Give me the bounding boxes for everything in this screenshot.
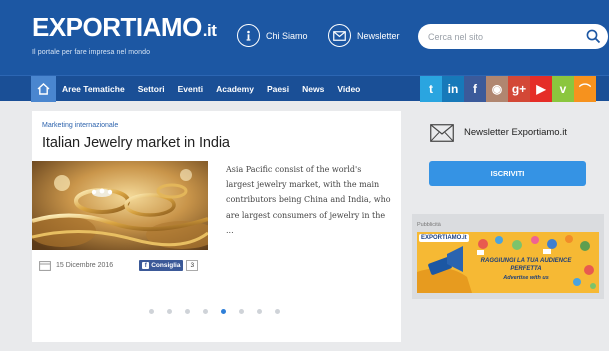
newsletter-box: Newsletter Exportiamo.it ISCRIVITI [416,110,601,206]
nav-item-settori[interactable]: Settori [138,84,165,94]
envelope-icon [430,124,454,142]
ad-banner-logo: EXPORTIAMO.it [419,234,469,242]
home-icon [37,83,50,95]
info-icon [237,24,260,47]
search-box [418,24,608,49]
newsletter-link[interactable]: Newsletter [328,24,400,47]
carousel-dot[interactable] [275,309,280,314]
carousel-dot[interactable] [257,309,262,314]
nav-item-academy[interactable]: Academy [216,84,254,94]
facebook-icon[interactable]: f [464,76,486,102]
page: EXPORTIAMOit Il portale per fare impresa… [0,0,609,351]
article-excerpt: Asia Pacific consist of the world's larg… [226,165,391,235]
facebook-like-label: Consiglia [151,262,181,269]
nav-item-eventi[interactable]: Eventi [178,84,204,94]
googleplus-icon[interactable]: g+ [508,76,530,102]
facebook-icon: f [142,262,150,269]
nav-item-aree-tematiche[interactable]: Aree Tematiche [62,84,125,94]
carousel-dot[interactable] [239,309,244,314]
newsletter-title: Newsletter Exportiamo.it [464,127,567,138]
ad-box: Pubblicità EXPORTIAMO.it RAGGIUNGI LA TU… [412,214,604,299]
chi-siamo-label: Chi Siamo [266,30,308,41]
carousel-dot[interactable] [203,309,208,314]
nav-items: Aree Tematiche Settori Eventi Academy Pa… [62,76,373,102]
ad-label: Pubblicità [417,222,441,228]
rss-icon[interactable]: ⌒ [574,76,596,102]
carousel-dot[interactable] [149,309,154,314]
nav-item-paesi[interactable]: Paesi [267,84,289,94]
vimeo-icon[interactable]: v [552,76,574,102]
nav-item-news[interactable]: News [302,84,324,94]
twitter-icon[interactable]: t [420,76,442,102]
logo-tld: it [203,21,217,40]
facebook-like-count: 3 [186,260,199,271]
facebook-like-button[interactable]: f Consiglia [139,260,184,271]
social-links: t in f ◉ g+ ▶ v ⌒ [420,76,596,102]
home-button[interactable] [31,76,56,102]
youtube-icon[interactable]: ▶ [530,76,552,102]
ad-banner-subline: Advertise with us [503,275,549,281]
site-logo[interactable]: EXPORTIAMOit Il portale per fare impresa… [32,12,217,56]
search-icon[interactable] [586,29,601,44]
site-tagline: Il portale per fare impresa nel mondo [32,49,151,56]
carousel-dot[interactable] [185,309,190,314]
article-card: Marketing internazionale Italian Jewelry… [32,111,401,342]
site-header: EXPORTIAMOit Il portale per fare impresa… [0,0,609,75]
main-nav: Aree Tematiche Settori Eventi Academy Pa… [0,75,609,102]
instagram-icon[interactable]: ◉ [486,76,508,102]
carousel-dot[interactable] [221,309,226,314]
article-date: 15 Dicembre 2016 [56,262,114,269]
subscribe-button[interactable]: ISCRIVITI [429,161,586,186]
calendar-icon [39,261,51,271]
article-category[interactable]: Marketing internazionale [42,122,118,129]
ad-banner[interactable]: EXPORTIAMO.it RAGGIUNGI LA TUA AUDIENCE … [417,232,599,293]
chi-siamo-link[interactable]: Chi Siamo [237,24,308,47]
carousel-dot[interactable] [167,309,172,314]
carousel-dots [149,309,293,314]
logo-main-text: EXPORTIAMO [32,12,202,42]
search-input[interactable] [428,29,578,44]
newsletter-link-label: Newsletter [357,30,400,41]
article-meta: 15 Dicembre 2016 f Consiglia 3 [39,260,199,271]
article-title[interactable]: Italian Jewelry market in India [42,135,230,151]
facebook-like-widget: f Consiglia 3 [139,260,199,271]
nav-item-video[interactable]: Video [337,84,360,94]
envelope-icon [328,24,351,47]
article-thumbnail[interactable] [32,161,208,250]
ad-banner-headline: RAGGIUNGI LA TUA AUDIENCE PERFETTA [480,258,572,272]
linkedin-icon[interactable]: in [442,76,464,102]
